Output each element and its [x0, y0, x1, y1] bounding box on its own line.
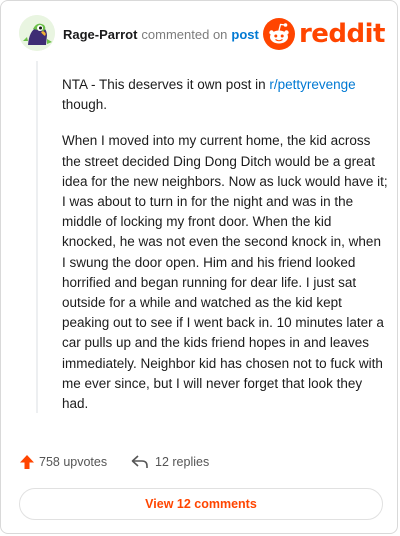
comment-paragraph-1: NTA - This deserves it own post in r/pet… — [62, 75, 388, 115]
comment-paragraph-2: When I moved into my current home, the k… — [62, 133, 388, 412]
reddit-snoo-icon — [262, 18, 295, 50]
replies-button[interactable]: 12 replies — [131, 454, 209, 470]
subreddit-link[interactable]: r/pettyrevenge — [269, 77, 355, 92]
upvote-arrow-icon — [20, 455, 34, 469]
comment-card: Rage-Parrot commented on post reddit NTA -… — [0, 0, 398, 534]
paragraph-text: though. — [62, 97, 108, 113]
parrot-avatar-icon[interactable] — [19, 15, 55, 51]
paragraph-text: NTA - This deserves it own post in — [62, 77, 270, 92]
comment-footer: 758 upvotes 12 replies — [19, 454, 379, 474]
comment-header: Rage-Parrot commented on post reddit — [19, 15, 386, 55]
action-text: commented on — [141, 27, 228, 42]
reddit-logo[interactable]: reddit — [262, 15, 386, 53]
upvote-button[interactable]: 758 upvotes — [19, 454, 107, 470]
username-link[interactable]: Rage-Parrot — [63, 27, 137, 42]
reply-arrow-icon — [131, 455, 148, 468]
reply-count: 12 replies — [155, 455, 210, 469]
comment-meta: Rage-Parrot commented on post — [63, 27, 259, 42]
post-link[interactable]: post — [231, 27, 258, 42]
thread-line — [36, 61, 38, 413]
comment-body: NTA - This deserves it own post in r/pet… — [60, 75, 388, 413]
brand-wordmark: reddit — [298, 19, 386, 49]
view-comments-button[interactable]: View 12 comments — [19, 488, 383, 520]
upvote-count: 758 upvotes — [39, 455, 108, 469]
